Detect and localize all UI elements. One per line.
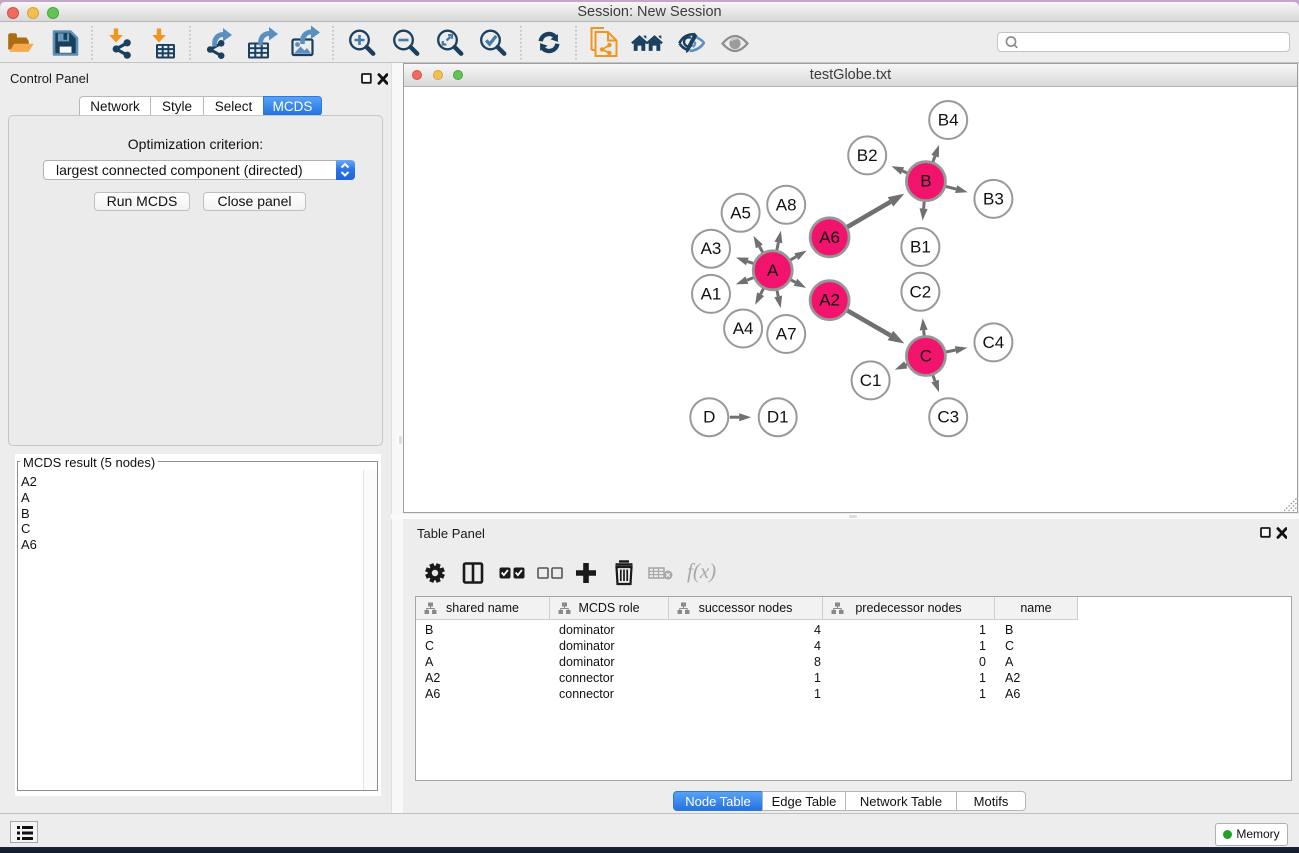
svg-text:B3: B3	[983, 189, 1004, 208]
svg-text:A6: A6	[819, 228, 840, 247]
svg-text:A7: A7	[776, 325, 797, 344]
svg-text:A1: A1	[701, 284, 722, 303]
svg-text:B4: B4	[938, 111, 959, 130]
svg-text:A5: A5	[730, 203, 751, 222]
svg-text:A2: A2	[819, 291, 840, 310]
svg-text:B1: B1	[910, 238, 931, 257]
svg-text:C3: C3	[937, 408, 959, 427]
svg-text:B: B	[920, 172, 931, 191]
svg-text:A4: A4	[733, 319, 754, 338]
svg-text:D1: D1	[767, 408, 789, 427]
svg-text:A3: A3	[701, 239, 722, 258]
svg-text:A8: A8	[776, 195, 797, 214]
svg-text:C1: C1	[860, 371, 882, 390]
svg-text:C2: C2	[910, 282, 932, 301]
svg-text:B2: B2	[857, 146, 878, 165]
svg-text:C: C	[920, 347, 932, 366]
svg-text:A: A	[767, 261, 779, 280]
svg-text:C4: C4	[983, 333, 1005, 352]
svg-text:D: D	[703, 408, 715, 427]
